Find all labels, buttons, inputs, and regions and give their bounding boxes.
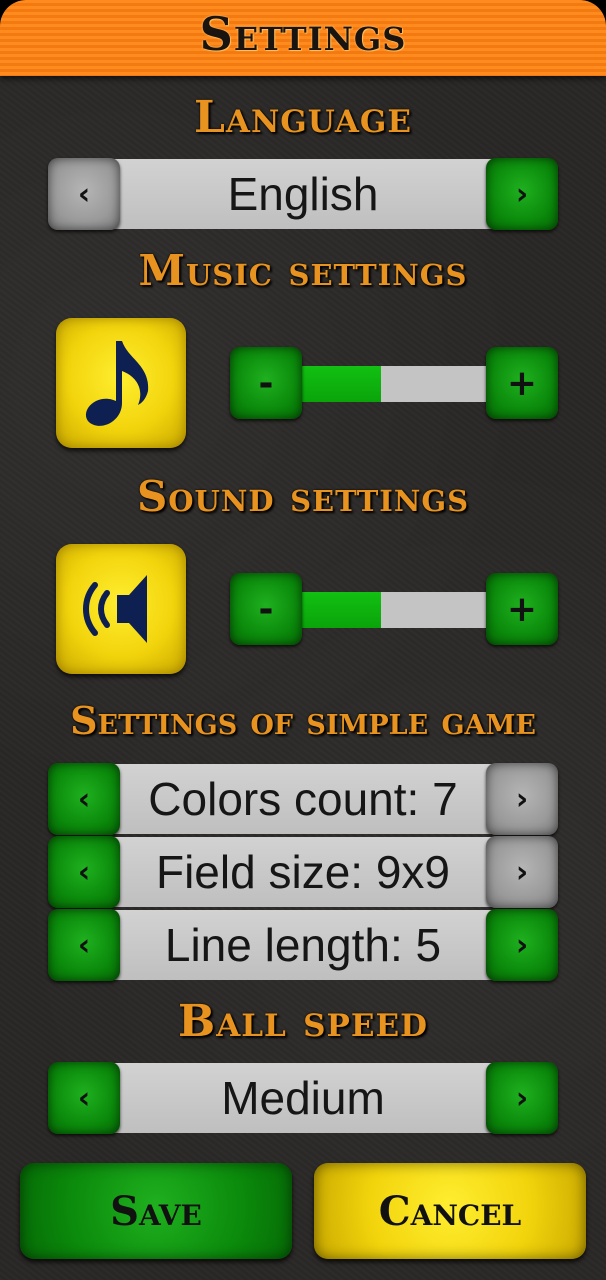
chevron-right-icon: › — [515, 1080, 529, 1116]
page-title: Settings — [199, 7, 407, 61]
ball-speed-track: Medium — [84, 1063, 522, 1133]
language-prev-button[interactable]: ‹ — [48, 158, 120, 230]
line-length-selector: Line length: 5 ‹ › — [48, 909, 558, 981]
sound-heading: Sound settings — [136, 472, 470, 521]
language-value: English — [227, 168, 379, 220]
language-heading: Language — [193, 92, 413, 143]
chevron-right-icon: › — [515, 927, 529, 963]
chevron-left-icon: ‹ — [77, 927, 91, 963]
chevron-right-icon: › — [515, 854, 529, 890]
colors-count-track: Colors count: 7 — [84, 764, 522, 834]
colors-count-selector: Colors count: 7 ‹ › — [48, 763, 558, 835]
music-note-icon — [85, 341, 149, 426]
sound-volume-increase-button[interactable]: + — [486, 573, 558, 645]
field-size-track: Field size: 9x9 — [84, 837, 522, 907]
language-track: English — [84, 159, 522, 229]
sound-toggle-button[interactable] — [56, 544, 186, 674]
chevron-left-icon: ‹ — [77, 854, 91, 890]
line-length-prev-button[interactable]: ‹ — [48, 909, 120, 981]
line-length-value: Line length: 5 — [164, 919, 442, 971]
chevron-left-icon: ‹ — [77, 781, 91, 817]
music-heading: Music settings — [138, 246, 468, 295]
music-volume-decrease-button[interactable]: - — [230, 347, 302, 419]
field-size-value: Field size: 9x9 — [155, 846, 450, 898]
music-volume-track — [266, 366, 522, 402]
music-volume-increase-button[interactable]: + — [486, 347, 558, 419]
title-bar: Settings — [0, 0, 606, 76]
field-size-selector: Field size: 9x9 ‹ › — [48, 836, 558, 908]
cancel-button[interactable]: Cancel — [314, 1163, 586, 1259]
chevron-left-icon: ‹ — [77, 1080, 91, 1116]
simple-game-heading: Settings of simple game — [70, 698, 536, 743]
line-length-next-button[interactable]: › — [486, 909, 558, 981]
ball-speed-prev-button[interactable]: ‹ — [48, 1062, 120, 1134]
ball-speed-value: Medium — [221, 1072, 385, 1124]
language-selector: English ‹ › — [48, 158, 558, 230]
music-volume-slider[interactable]: - + — [230, 347, 558, 419]
sound-volume-slider[interactable]: - + — [230, 573, 558, 645]
settings-screen: Settings Language English ‹ › Music sett… — [0, 0, 606, 1280]
field-size-next-button[interactable]: › — [486, 836, 558, 908]
speaker-icon — [83, 575, 147, 643]
save-button[interactable]: Save — [20, 1163, 292, 1259]
sound-volume-decrease-button[interactable]: - — [230, 573, 302, 645]
colors-count-next-button[interactable]: › — [486, 763, 558, 835]
colors-count-value: Colors count: 7 — [148, 773, 458, 825]
language-next-button[interactable]: › — [486, 158, 558, 230]
colors-count-prev-button[interactable]: ‹ — [48, 763, 120, 835]
line-length-track: Line length: 5 — [84, 910, 522, 980]
chevron-left-icon: ‹ — [77, 176, 91, 212]
sound-volume-track — [266, 592, 522, 628]
ball-speed-heading: Ball speed — [178, 996, 428, 1047]
chevron-right-icon: › — [515, 176, 529, 212]
music-toggle-button[interactable] — [56, 318, 186, 448]
field-size-prev-button[interactable]: ‹ — [48, 836, 120, 908]
chevron-right-icon: › — [515, 781, 529, 817]
ball-speed-selector: Medium ‹ › — [48, 1062, 558, 1134]
ball-speed-next-button[interactable]: › — [486, 1062, 558, 1134]
